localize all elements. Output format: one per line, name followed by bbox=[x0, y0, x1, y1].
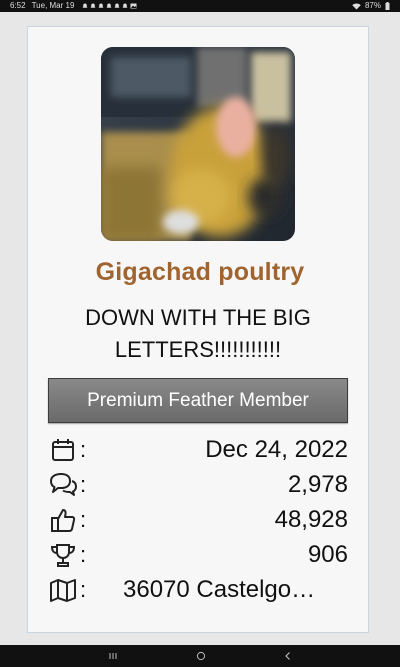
status-date: Tue, Mar 19 bbox=[31, 1, 75, 10]
status-bar-right: 87% bbox=[352, 0, 390, 12]
home-icon bbox=[196, 651, 206, 661]
recent-apps-button[interactable] bbox=[93, 645, 133, 667]
notification-bell-icon bbox=[122, 3, 128, 8]
messages-icon bbox=[48, 470, 78, 500]
notification-bell-icon bbox=[82, 3, 88, 8]
stat-row-messages: : 2,978 bbox=[48, 467, 348, 502]
back-icon bbox=[285, 652, 290, 660]
stat-colon: : bbox=[80, 436, 87, 462]
status-bar-left: 6:52 Tue, Mar 19 bbox=[10, 0, 137, 12]
stat-colon: : bbox=[80, 471, 87, 497]
member-banner: Premium Feather Member bbox=[48, 378, 348, 423]
calendar-icon bbox=[48, 435, 78, 465]
username[interactable]: Gigachad poultry bbox=[0, 258, 400, 287]
navigation-bar bbox=[0, 645, 400, 667]
home-button[interactable] bbox=[181, 645, 221, 667]
stat-value-joined: Dec 24, 2022 bbox=[205, 435, 348, 463]
stat-value-reactions: 48,928 bbox=[274, 505, 348, 533]
notification-icons bbox=[82, 3, 137, 9]
avatar[interactable] bbox=[101, 47, 295, 241]
avatar-image bbox=[101, 47, 295, 241]
notification-bell-icon bbox=[114, 3, 120, 8]
recent-apps-icon bbox=[109, 653, 117, 659]
stat-value-trophies: 906 bbox=[307, 540, 348, 568]
battery-percent: 87% bbox=[364, 1, 381, 10]
notification-bell-icon bbox=[98, 3, 104, 8]
wifi-icon bbox=[352, 3, 361, 9]
image-notification-icon bbox=[130, 3, 137, 9]
user-title: DOWN WITH THE BIG LETTERS!!!!!!!!!!! bbox=[85, 305, 311, 362]
stat-value-messages: 2,978 bbox=[287, 470, 348, 498]
stat-colon: : bbox=[80, 576, 87, 602]
map-icon bbox=[48, 575, 78, 605]
status-bar: 6:52 Tue, Mar 19 87% bbox=[0, 0, 400, 12]
thumbs-up-icon bbox=[48, 505, 78, 535]
notification-bell-icon bbox=[106, 3, 112, 8]
stat-row-joined: : Dec 24, 2022 bbox=[48, 432, 348, 467]
stat-row-reactions: : 48,928 bbox=[48, 502, 348, 537]
stat-colon: : bbox=[80, 541, 87, 567]
stats-list: : Dec 24, 2022 : 2,978 : 48,928: 906: … bbox=[48, 432, 348, 607]
back-button[interactable] bbox=[268, 645, 308, 667]
battery-icon bbox=[385, 2, 390, 10]
notification-bell-icon bbox=[90, 3, 96, 8]
stat-row-location: : 36070 Castelgomberto bbox=[48, 572, 348, 607]
stat-row-trophies: : 906 bbox=[48, 537, 348, 572]
stat-colon: : bbox=[80, 506, 87, 532]
stat-value-location[interactable]: 36070 Castelgomberto bbox=[123, 576, 328, 604]
trophy-icon bbox=[48, 540, 78, 570]
status-time: 6:52 bbox=[10, 1, 26, 10]
